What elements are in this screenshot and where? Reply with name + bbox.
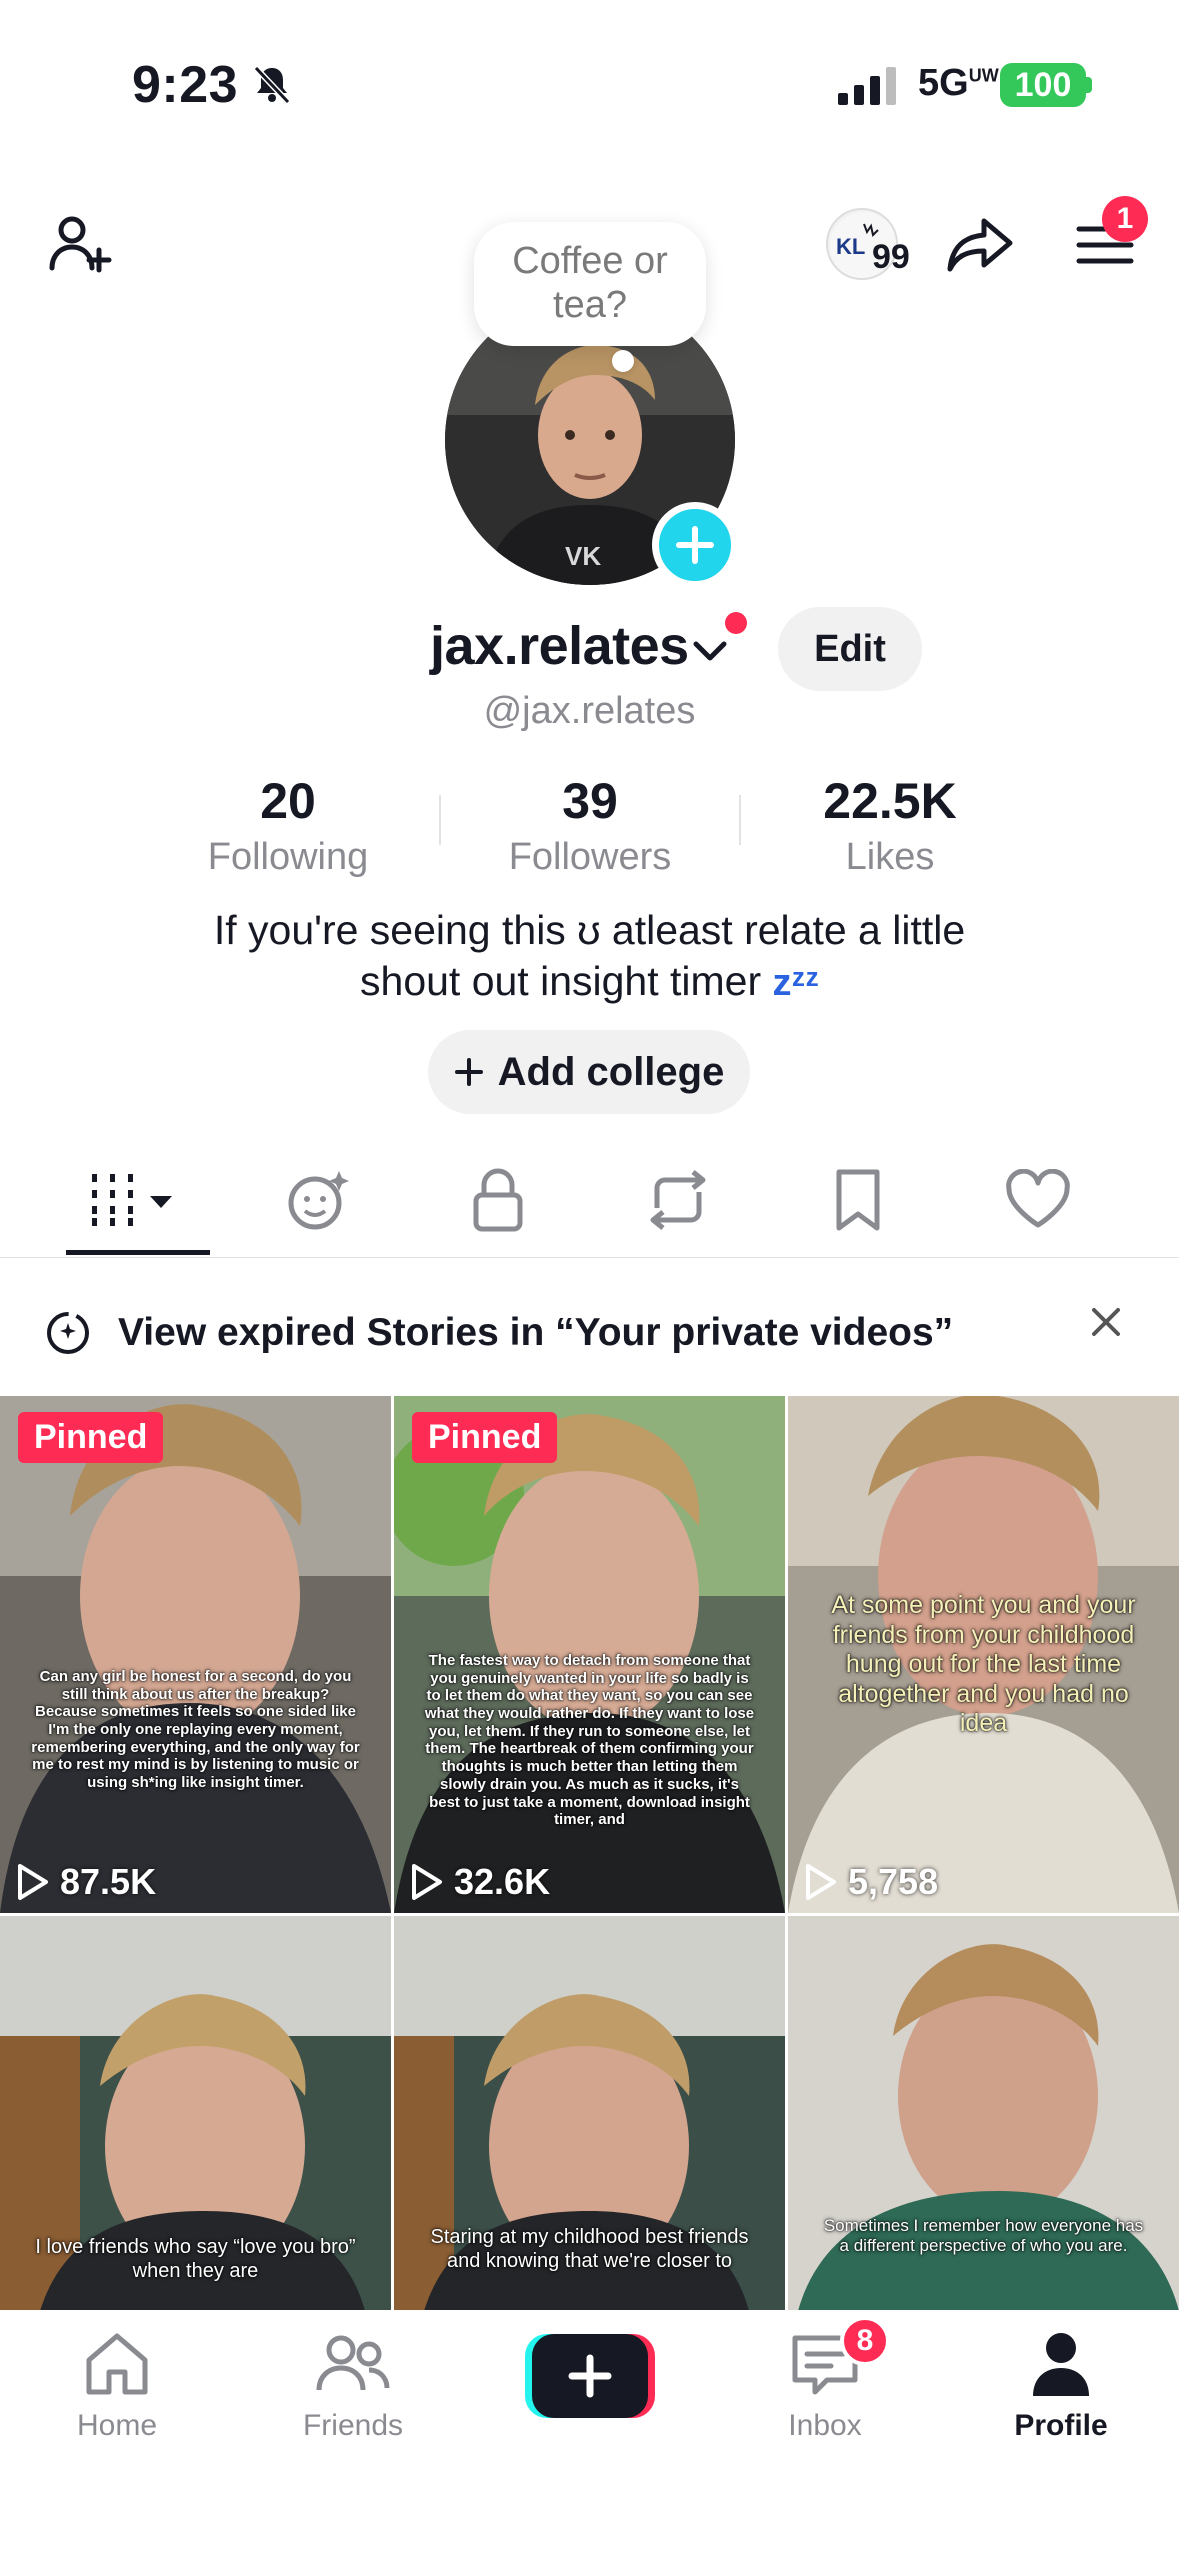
banner-text: View expired Stories in “Your private vi… <box>118 1311 954 1354</box>
nav-profile[interactable]: Profile <box>971 2328 1151 2443</box>
story-add-icon <box>47 1312 89 1354</box>
network-type: 5GUW <box>918 62 999 104</box>
profile-person-icon <box>1033 2333 1089 2396</box>
create-video-button[interactable] <box>525 2334 655 2418</box>
following-label: Following <box>207 836 369 878</box>
stat-following[interactable]: 20 Following <box>138 772 438 879</box>
followers-count: 39 <box>562 773 618 829</box>
stat-followers[interactable]: 39 Followers <box>440 772 740 879</box>
nav-friends[interactable]: Friends <box>263 2328 443 2443</box>
play-icon <box>412 1864 442 1900</box>
profile-note-bubble[interactable]: Coffee or tea? <box>474 222 706 346</box>
add-college-label: Add college <box>497 1049 725 1094</box>
add-friend-button[interactable] <box>40 205 120 285</box>
video-caption: Sometimes I remember how everyone has a … <box>823 2216 1144 2256</box>
repost-icon <box>650 1170 706 1230</box>
pinned-badge: Pinned <box>18 1412 164 1463</box>
video-thumbnail[interactable]: Pinned Can any girl be honest for a seco… <box>0 1396 391 1913</box>
video-thumbnail[interactable]: I love friends who say “love you bro” wh… <box>0 1916 391 2311</box>
plus-icon <box>676 526 714 564</box>
add-user-icon <box>49 216 112 273</box>
inbox-badge: 8 <box>840 2316 890 2366</box>
svg-text:KL: KL <box>836 234 865 259</box>
active-tab-indicator <box>66 1250 210 1255</box>
video-caption: The fastest way to detach from someone t… <box>424 1652 755 1829</box>
add-college-button[interactable]: Add college <box>428 1030 750 1114</box>
status-time: 9:23 <box>132 56 239 114</box>
chevron-down-icon[interactable] <box>690 632 730 672</box>
account-notification-dot <box>725 612 747 634</box>
expired-stories-banner[interactable]: View expired Stories in “Your private vi… <box>0 1268 1179 1398</box>
view-count: 87.5K <box>16 1861 156 1903</box>
menu-notification-badge: 1 <box>1102 196 1148 242</box>
svg-text:VK: VK <box>565 541 601 571</box>
battery-nub <box>1086 77 1092 93</box>
note-bubble-tail <box>612 350 634 372</box>
play-icon <box>18 1864 48 1900</box>
tab-reposts[interactable] <box>588 1145 768 1255</box>
play-icon <box>806 1864 836 1900</box>
friends-icon <box>316 2335 390 2391</box>
profile-bio: If you're seeing this ʊ atleast relate a… <box>0 905 1179 1008</box>
video-thumbnail[interactable]: At some point you and your friends from … <box>788 1396 1179 1913</box>
home-icon <box>86 2333 148 2395</box>
videos-grid-icon <box>92 1174 172 1226</box>
tab-liked[interactable] <box>948 1145 1128 1255</box>
following-count: 20 <box>260 773 316 829</box>
view-count: 5,758 <box>804 1861 938 1903</box>
tabs-divider <box>0 1257 1179 1258</box>
bookmark-icon <box>836 1169 880 1231</box>
coins-count: 99 <box>872 238 910 276</box>
video-thumbnail[interactable]: Pinned The fastest way to detach from so… <box>394 1396 785 1913</box>
followers-label: Followers <box>508 836 672 878</box>
profile-tabs <box>0 1145 1179 1255</box>
tab-stories[interactable] <box>228 1145 408 1255</box>
profile-username[interactable]: jax.relates <box>430 615 689 677</box>
likes-count: 22.5K <box>823 773 957 829</box>
video-thumbnail[interactable]: Sometimes I remember how everyone has a … <box>788 1916 1179 2311</box>
tab-favorites[interactable] <box>768 1145 948 1255</box>
share-profile-button[interactable] <box>940 205 1020 285</box>
tab-private[interactable] <box>408 1145 588 1255</box>
view-count: 32.6K <box>410 1861 550 1903</box>
video-caption: At some point you and your friends from … <box>831 1591 1136 1737</box>
edit-profile-button[interactable]: Edit <box>778 607 922 691</box>
pinned-badge: Pinned <box>412 1412 558 1463</box>
add-story-button[interactable] <box>652 502 738 588</box>
silent-bell-icon <box>253 65 291 105</box>
video-caption: Can any girl be honest for a second, do … <box>31 1668 360 1792</box>
video-thumbnail-image <box>0 1396 391 1913</box>
lock-icon <box>473 1168 523 1232</box>
heart-icon <box>1006 1169 1070 1228</box>
video-caption: I love friends who say “love you bro” wh… <box>35 2236 356 2282</box>
close-icon[interactable] <box>1084 1300 1128 1344</box>
cell-signal-icon <box>838 67 896 105</box>
video-caption: Staring at my childhood best friends and… <box>430 2226 749 2272</box>
profile-handle: @jax.relates <box>483 690 696 732</box>
share-arrow-icon <box>947 218 1013 272</box>
bio-line-2: shout out insight timer zᶻᶻ <box>360 958 819 1005</box>
video-thumbnail[interactable]: Staring at my childhood best friends and… <box>394 1916 785 2311</box>
stories-face-icon <box>288 1171 349 1230</box>
battery-indicator: 100 <box>1000 63 1086 107</box>
plus-icon <box>454 1058 483 1086</box>
nav-home[interactable]: Home <box>27 2328 207 2443</box>
zzz-emoji: zᶻᶻ <box>772 962 819 1005</box>
likes-label: Likes <box>845 836 935 878</box>
tab-videos[interactable] <box>48 1145 228 1255</box>
bio-line-1: If you're seeing this ʊ atleast relate a… <box>213 907 966 953</box>
stat-likes[interactable]: 22.5K Likes <box>740 772 1040 879</box>
